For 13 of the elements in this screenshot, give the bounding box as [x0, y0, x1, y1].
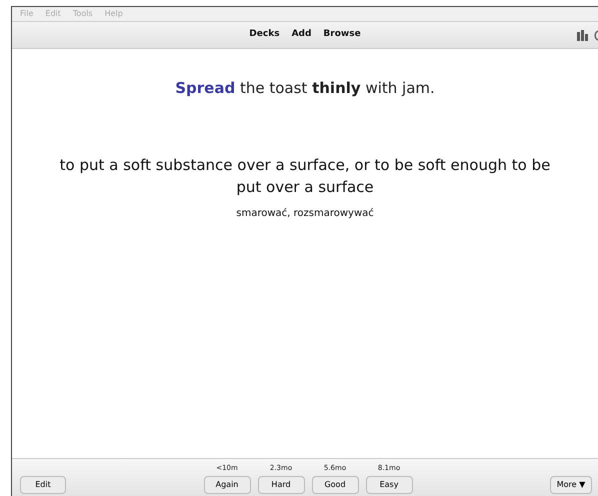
nav-link[interactable]: Decks: [249, 28, 280, 42]
edit-button[interactable]: Edit: [20, 476, 66, 494]
example-sentence: Spread the toast thinly with jam.: [175, 78, 435, 99]
nav-link[interactable]: Browse: [323, 28, 361, 42]
more-button[interactable]: More ▼: [550, 476, 592, 494]
answer-button[interactable]: Easy: [366, 476, 412, 494]
nav-link[interactable]: Add: [292, 28, 312, 42]
answer-button[interactable]: Again: [204, 476, 250, 494]
answer-button[interactable]: Good: [312, 476, 358, 494]
definition-text: to put a soft substance over a surface, or to be soft enough to be put over a surface: [58, 154, 552, 198]
translation-text: smarować, rozsmarowywać: [236, 206, 374, 220]
answer-button[interactable]: Hard: [258, 476, 304, 494]
bar-chart-icon[interactable]: [577, 30, 589, 41]
